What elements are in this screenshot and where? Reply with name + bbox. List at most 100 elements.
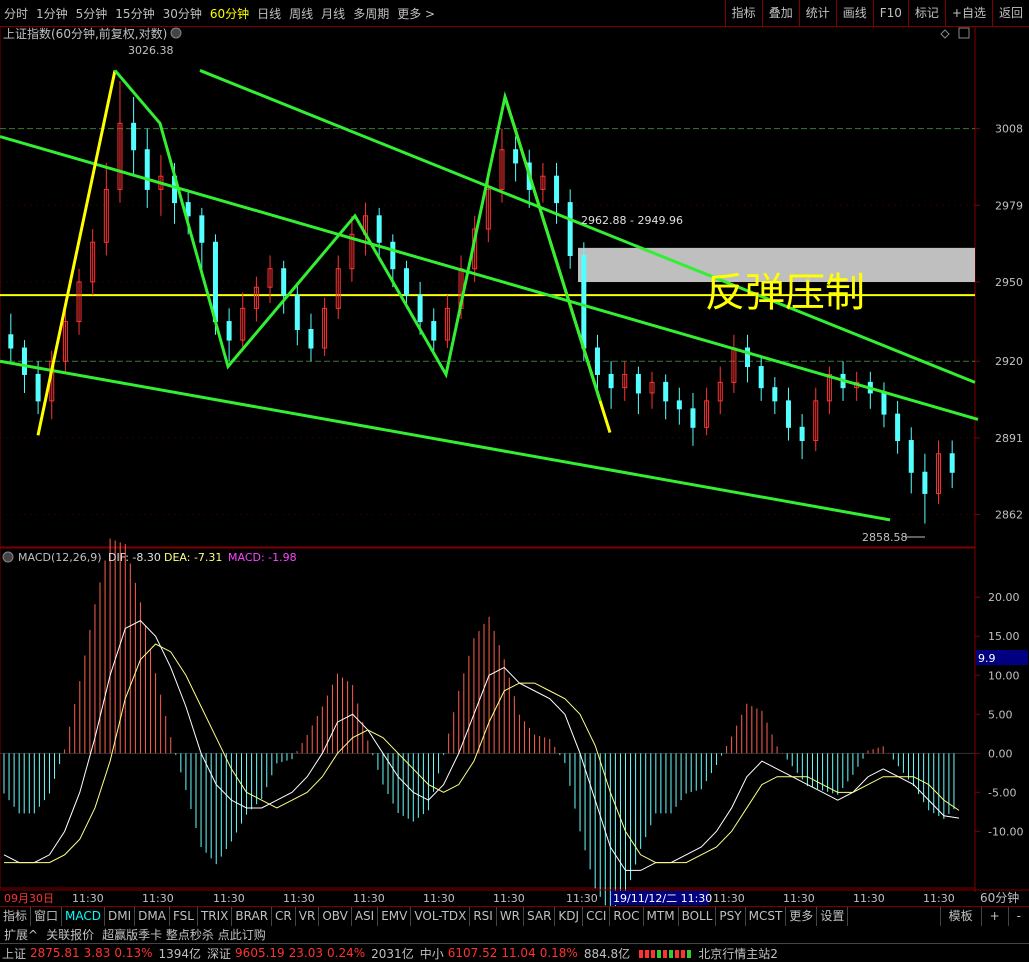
tab-asi[interactable]: ASI — [352, 907, 379, 926]
tab-cci[interactable]: CCI — [583, 907, 611, 926]
statistics-button[interactable]: 统计 — [798, 0, 836, 26]
macd-menu-icon[interactable] — [2, 551, 14, 563]
chevron-down-icon[interactable] — [170, 27, 182, 39]
resistance-range-label: 2962.88 - 2949.96 — [581, 214, 683, 227]
time-axis: 09月30日 11:30 11:30 11:30 11:30 11:30 11:30 11:3… — [0, 889, 1029, 905]
tab-boll[interactable]: BOLL — [679, 907, 717, 926]
tab-trix[interactable]: TRIX — [198, 907, 233, 926]
tab-emv[interactable]: EMV — [378, 907, 412, 926]
tab-brar[interactable]: BRAR — [232, 907, 273, 926]
tab-5min[interactable]: 5分钟 — [72, 5, 112, 22]
time-tick-label: 11:30 — [283, 892, 315, 905]
zoom-in-button[interactable]: + — [980, 907, 1008, 926]
tab-settings[interactable]: 设置 — [817, 907, 849, 926]
zx-index-amount: 884.8亿 — [583, 946, 631, 961]
back-button[interactable]: 返回 — [991, 0, 1029, 26]
candle-body — [594, 347, 600, 375]
time-tick-label: 11:30 — [353, 892, 385, 905]
candle-body — [35, 373, 41, 402]
sh-index-change: 3.83 — [83, 946, 111, 960]
toolbar-right: 指标 叠加 统计 画线 F10 标记 +自选 返回 — [724, 0, 1029, 26]
sz-index-label: 深证 — [207, 946, 232, 961]
add-favorite-button[interactable]: +自选 — [944, 0, 992, 26]
macd-panel-frame — [0, 547, 976, 889]
tab-60min[interactable]: 60分钟 — [206, 5, 253, 22]
diamond-icon[interactable] — [940, 29, 950, 39]
tab-kdj[interactable]: KDJ — [555, 907, 584, 926]
candle-body — [881, 392, 887, 415]
tab-cr[interactable]: CR — [272, 907, 296, 926]
chart-title: 上证指数(60分钟,前复权,对数) — [3, 26, 167, 41]
candle-body — [144, 149, 150, 190]
macd-tick-label: 0.00 — [988, 747, 1013, 760]
macd-dif-label: DIF: -8.30 — [108, 551, 161, 564]
candle-body — [308, 329, 314, 349]
tab-macd[interactable]: MACD — [62, 907, 106, 926]
tab-30min[interactable]: 30分钟 — [159, 5, 206, 22]
tab-indicator[interactable]: 指标 — [0, 907, 32, 926]
sz-index-change: 23.03 — [288, 946, 324, 960]
candle-body — [581, 254, 587, 349]
zoom-out-button[interactable]: - — [1007, 907, 1029, 926]
period-label: 60分钟 — [980, 890, 1019, 905]
tab-window[interactable]: 窗口 — [31, 907, 63, 926]
indicator-button[interactable]: 指标 — [724, 0, 762, 26]
candle-body — [663, 381, 669, 402]
tab-daily[interactable]: 日线 — [253, 5, 285, 22]
related-quotes-button[interactable]: 关联报价 — [42, 926, 98, 943]
tab-fenshi[interactable]: 分时 — [0, 5, 32, 22]
candle-body — [431, 321, 437, 341]
macd-title: MACD(12,26,9) — [18, 551, 102, 564]
price-tick-label: 2979 — [995, 199, 1023, 212]
tab-more[interactable]: 更多 > — [393, 5, 439, 22]
candle-body — [212, 241, 218, 323]
candle-body — [131, 122, 137, 151]
tab-1min[interactable]: 1分钟 — [32, 5, 72, 22]
tab-psy[interactable]: PSY — [716, 907, 746, 926]
candle-body — [608, 373, 614, 389]
time-tick-label: 11:30 — [72, 892, 104, 905]
promo-link[interactable]: 超赢版季卡 整点秒杀 点此订购 — [98, 926, 270, 943]
tab-wr[interactable]: WR — [497, 907, 525, 926]
tab-vr[interactable]: VR — [296, 907, 320, 926]
price-axis: 3008 2979 2950 2920 2891 2862 — [975, 123, 1023, 522]
tabs-right: 模板 + - — [939, 907, 1029, 926]
tab-multi-period[interactable]: 多周期 — [349, 5, 393, 22]
low-price-label: 2858.58 — [862, 531, 908, 544]
macd-tick-label: 15.00 — [988, 630, 1020, 643]
macd-tick-label: 5.00 — [988, 708, 1013, 721]
tab-mtm[interactable]: MTM — [644, 907, 679, 926]
tab-monthly[interactable]: 月线 — [317, 5, 349, 22]
tab-dma[interactable]: DMA — [135, 907, 170, 926]
overlay-button[interactable]: 叠加 — [761, 0, 799, 26]
sz-index-amount: 2031亿 — [371, 946, 414, 961]
candle-body — [922, 471, 928, 494]
tab-mcst[interactable]: MCST — [746, 907, 787, 926]
tab-rsi[interactable]: RSI — [470, 907, 497, 926]
tab-fsl[interactable]: FSL — [170, 907, 198, 926]
draw-line-button[interactable]: 画线 — [835, 0, 873, 26]
time-tick-label: 19/11/12/二 11:30 — [613, 892, 712, 905]
tab-15min[interactable]: 15分钟 — [111, 5, 158, 22]
tab-vol-tdx[interactable]: VOL-TDX — [411, 907, 471, 926]
candle-body — [417, 294, 423, 323]
tab-roc[interactable]: ROC — [610, 907, 644, 926]
candle-body — [799, 426, 805, 442]
f10-button[interactable]: F10 — [872, 0, 908, 26]
chart-canvas[interactable]: 3008 2979 2950 2920 2891 2862 上证指数(60分钟,前复权,对… — [0, 26, 1029, 906]
timeframe-toolbar: 分时 1分钟 5分钟 15分钟 30分钟 60分钟 日线 周线 月线 多周期 更… — [0, 0, 1029, 27]
macd-lines — [3, 620, 960, 871]
maximize-icon[interactable] — [958, 27, 970, 39]
tab-dmi[interactable]: DMI — [105, 907, 136, 926]
tab-sar[interactable]: SAR — [524, 907, 556, 926]
candle-body — [376, 215, 382, 243]
template-button[interactable]: 模板 — [939, 907, 981, 926]
mark-button[interactable]: 标记 — [907, 0, 945, 26]
candle-body — [772, 387, 778, 402]
zx-index-value: 6107.52 — [447, 946, 498, 960]
tab-obv[interactable]: OBV — [319, 907, 352, 926]
candle-body — [513, 149, 519, 164]
tab-weekly[interactable]: 周线 — [285, 5, 317, 22]
expand-button[interactable]: 扩展^ — [0, 926, 42, 943]
tab-more-indicators[interactable]: 更多 — [786, 907, 818, 926]
